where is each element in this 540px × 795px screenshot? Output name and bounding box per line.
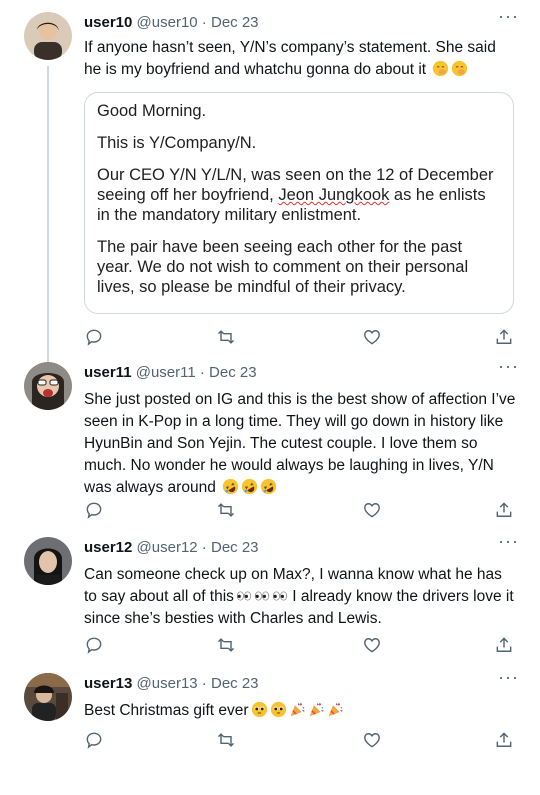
pleading-face-emoji bbox=[251, 701, 268, 718]
user-handle[interactable]: @user10 bbox=[137, 14, 198, 31]
reply-icon[interactable] bbox=[84, 327, 106, 349]
avatar[interactable] bbox=[24, 362, 72, 410]
share-icon[interactable] bbox=[494, 327, 516, 349]
thread-line bbox=[47, 66, 49, 364]
tweet[interactable]: user12 @user12 · Dec 23 ··· Can someone … bbox=[0, 531, 540, 657]
party-popper-emoji bbox=[308, 701, 325, 718]
like-icon[interactable] bbox=[362, 635, 384, 657]
avatar[interactable] bbox=[24, 673, 72, 721]
separator: · bbox=[197, 539, 211, 556]
display-name[interactable]: user12 bbox=[84, 539, 132, 556]
display-name[interactable]: user10 bbox=[84, 14, 132, 31]
eyes-emoji bbox=[254, 591, 270, 601]
avatar[interactable] bbox=[24, 12, 72, 60]
avatar[interactable] bbox=[24, 537, 72, 585]
tweet[interactable]: user13 @user13 · Dec 23 ··· Best Christm… bbox=[0, 667, 540, 753]
reply-icon[interactable] bbox=[84, 635, 106, 657]
tweet-actions bbox=[84, 635, 516, 657]
eyes-emoji bbox=[272, 591, 288, 601]
pleading-face-emoji bbox=[270, 701, 287, 718]
tweet-header: user10 @user10 · Dec 23 bbox=[84, 14, 259, 31]
tweet-header: user11 @user11 · Dec 23 bbox=[84, 364, 257, 381]
user-handle[interactable]: @user13 bbox=[137, 675, 198, 692]
hand-over-mouth-emoji bbox=[432, 60, 449, 77]
rofl-emoji bbox=[222, 478, 239, 495]
party-popper-emoji bbox=[327, 701, 344, 718]
tweet-actions bbox=[84, 730, 516, 752]
tweet-actions bbox=[84, 500, 516, 522]
display-name[interactable]: user11 bbox=[84, 364, 132, 381]
separator: · bbox=[195, 364, 210, 381]
separator: · bbox=[197, 675, 211, 692]
tweet-date[interactable]: Dec 23 bbox=[211, 14, 259, 31]
like-icon[interactable] bbox=[362, 730, 384, 752]
rofl-emoji bbox=[241, 478, 258, 495]
tweet-text: If anyone hasn’t seen, Y/N’s company’s s… bbox=[84, 37, 516, 81]
statement-paragraph-2: The pair have been seeing each other for… bbox=[97, 238, 469, 296]
statement-greeting: Good Morning. bbox=[97, 102, 207, 120]
share-icon[interactable] bbox=[494, 635, 516, 657]
like-icon[interactable] bbox=[362, 327, 384, 349]
tweet-text: She just posted on IG and this is the be… bbox=[84, 389, 516, 499]
tweet[interactable]: user10 @user10 · Dec 23 ··· If anyone ha… bbox=[0, 6, 540, 364]
share-icon[interactable] bbox=[494, 730, 516, 752]
tweet-text-content: She just posted on IG and this is the be… bbox=[84, 391, 516, 496]
separator: · bbox=[197, 14, 211, 31]
more-options-icon[interactable]: ··· bbox=[498, 531, 519, 552]
more-options-icon[interactable]: ··· bbox=[498, 667, 519, 688]
user-handle[interactable]: @user11 bbox=[136, 364, 196, 381]
more-options-icon[interactable]: ··· bbox=[498, 6, 519, 27]
statement-p1-name: Jeon Jungkook bbox=[278, 186, 390, 204]
reply-icon[interactable] bbox=[84, 500, 106, 522]
retweet-icon[interactable] bbox=[216, 730, 238, 752]
eyes-emoji bbox=[236, 591, 252, 601]
tweet-actions bbox=[84, 327, 516, 349]
tweet-text: Can someone check up on Max?, I wanna kn… bbox=[84, 564, 516, 630]
display-name[interactable]: user13 bbox=[84, 675, 132, 692]
tweet[interactable]: user11 @user11 · Dec 23 ··· She just pos… bbox=[0, 356, 540, 522]
statement-image[interactable]: Good Morning. This is Y/Company/N. Our C… bbox=[84, 92, 514, 314]
user-handle[interactable]: @user12 bbox=[137, 539, 198, 556]
tweet-date[interactable]: Dec 23 bbox=[211, 539, 259, 556]
share-icon[interactable] bbox=[494, 500, 516, 522]
tweet-header: user12 @user12 · Dec 23 bbox=[84, 539, 259, 556]
retweet-icon[interactable] bbox=[216, 500, 238, 522]
rofl-emoji bbox=[260, 478, 277, 495]
tweet-header: user13 @user13 · Dec 23 bbox=[84, 675, 259, 692]
statement-intro: This is Y/Company/N. bbox=[97, 134, 257, 152]
retweet-icon[interactable] bbox=[216, 327, 238, 349]
retweet-icon[interactable] bbox=[216, 635, 238, 657]
statement-paragraph-1: Our CEO Y/N Y/L/N, was seen on the 12 of… bbox=[97, 165, 501, 225]
party-popper-emoji bbox=[289, 701, 306, 718]
tweet-date[interactable]: Dec 23 bbox=[211, 675, 259, 692]
reply-icon[interactable] bbox=[84, 730, 106, 752]
like-icon[interactable] bbox=[362, 500, 384, 522]
hand-over-mouth-emoji bbox=[451, 60, 468, 77]
tweet-date[interactable]: Dec 23 bbox=[209, 364, 257, 381]
tweet-text-content: Best Christmas gift ever bbox=[84, 702, 249, 719]
more-options-icon[interactable]: ··· bbox=[498, 356, 519, 377]
tweet-text: Best Christmas gift ever bbox=[84, 700, 516, 722]
